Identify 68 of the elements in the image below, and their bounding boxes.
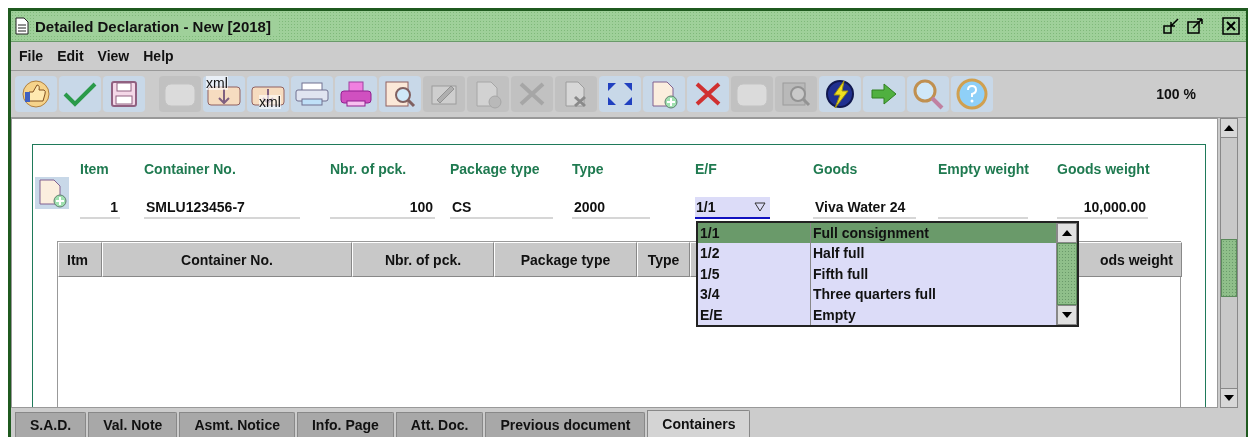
- arrow-up-icon[interactable]: [1224, 125, 1234, 131]
- document-search-icon: [780, 79, 812, 109]
- help-icon: [955, 78, 989, 110]
- field-label: Goods weight: [1057, 161, 1148, 177]
- menu-item[interactable]: File: [19, 48, 44, 64]
- lightning-icon: [824, 78, 856, 110]
- printer-icon: [339, 80, 373, 108]
- field-label: Package type: [450, 161, 541, 177]
- scrollbar-thumb[interactable]: [1221, 239, 1237, 297]
- arrow-down-icon[interactable]: [1062, 312, 1072, 318]
- field-label: Item: [80, 161, 110, 177]
- menu-item[interactable]: Edit: [57, 48, 84, 64]
- tab[interactable]: S.A.D.: [15, 412, 87, 437]
- scrollbar[interactable]: [1056, 223, 1077, 325]
- close-icon[interactable]: [1222, 17, 1240, 35]
- column-header[interactable]: Itm: [58, 242, 102, 277]
- dropdown-field[interactable]: 1/1: [695, 197, 770, 219]
- input-field[interactable]: Viva Water 24: [813, 197, 916, 219]
- input-field[interactable]: CS: [450, 197, 553, 219]
- save-icon: [110, 80, 138, 108]
- search-icon: [911, 78, 945, 110]
- column-header[interactable]: Nbr. of pck.: [352, 242, 494, 277]
- tab[interactable]: Att. Doc.: [395, 412, 484, 437]
- close-icon: [517, 80, 547, 108]
- input-field[interactable]: 2000: [572, 197, 650, 219]
- arrow-up-icon[interactable]: [1062, 230, 1072, 236]
- column-header[interactable]: Package type: [494, 242, 637, 277]
- expand-arrows-icon: [605, 80, 635, 108]
- tab[interactable]: Previous document: [485, 412, 646, 437]
- field-label: Type: [572, 161, 605, 177]
- window-title: Detailed Declaration - New [2018]: [35, 17, 277, 35]
- column-header[interactable]: Type: [637, 242, 690, 277]
- field-label: Empty weight: [938, 161, 1028, 177]
- tab[interactable]: Info. Page: [296, 412, 394, 437]
- zoom-level: 100 %: [1156, 86, 1196, 102]
- toolbar-button[interactable]: xml: [203, 76, 245, 112]
- checkmark-icon: [62, 80, 98, 108]
- document-delete-icon: [563, 79, 589, 109]
- dropdown-arrow-icon: [754, 202, 766, 212]
- arrow-down-icon[interactable]: [1224, 395, 1234, 401]
- menu-item[interactable]: Help: [143, 48, 174, 64]
- printer-icon: [294, 81, 330, 107]
- arrow-right-icon: [869, 81, 899, 107]
- input-field[interactable]: SMLU123456-7: [144, 197, 300, 219]
- print-preview-icon: [383, 79, 417, 109]
- field-label: Container No.: [144, 161, 237, 177]
- toolbar-button[interactable]: xml: [247, 76, 289, 112]
- input-field[interactable]: 10,000.00: [1057, 197, 1148, 219]
- toolbar-button[interactable]: [819, 76, 861, 112]
- badge-thumbs-up-icon: [19, 79, 53, 109]
- maximize-icon[interactable]: [1186, 17, 1204, 35]
- field-label: Goods: [813, 161, 859, 177]
- input-field[interactable]: 1: [80, 197, 120, 219]
- tab[interactable]: Val. Note: [88, 412, 178, 437]
- field-label: E/F: [695, 161, 718, 177]
- toolbar-button[interactable]: [599, 76, 641, 112]
- scrollbar[interactable]: [1220, 118, 1238, 408]
- document-icon: [15, 17, 29, 35]
- minimize-icon[interactable]: [1162, 17, 1180, 35]
- tab[interactable]: Containers: [647, 410, 751, 437]
- dropdown-option[interactable]: 1/1 Full consignment: [698, 223, 1056, 244]
- input-field[interactable]: 100: [330, 197, 435, 219]
- scrollbar-thumb[interactable]: [1057, 243, 1077, 305]
- column-header[interactable]: Container No.: [102, 242, 352, 277]
- menu-item[interactable]: View: [97, 48, 130, 64]
- tab[interactable]: Asmt. Notice: [179, 412, 295, 437]
- close-icon: [693, 80, 723, 108]
- field-label: Nbr. of pck.: [330, 161, 408, 177]
